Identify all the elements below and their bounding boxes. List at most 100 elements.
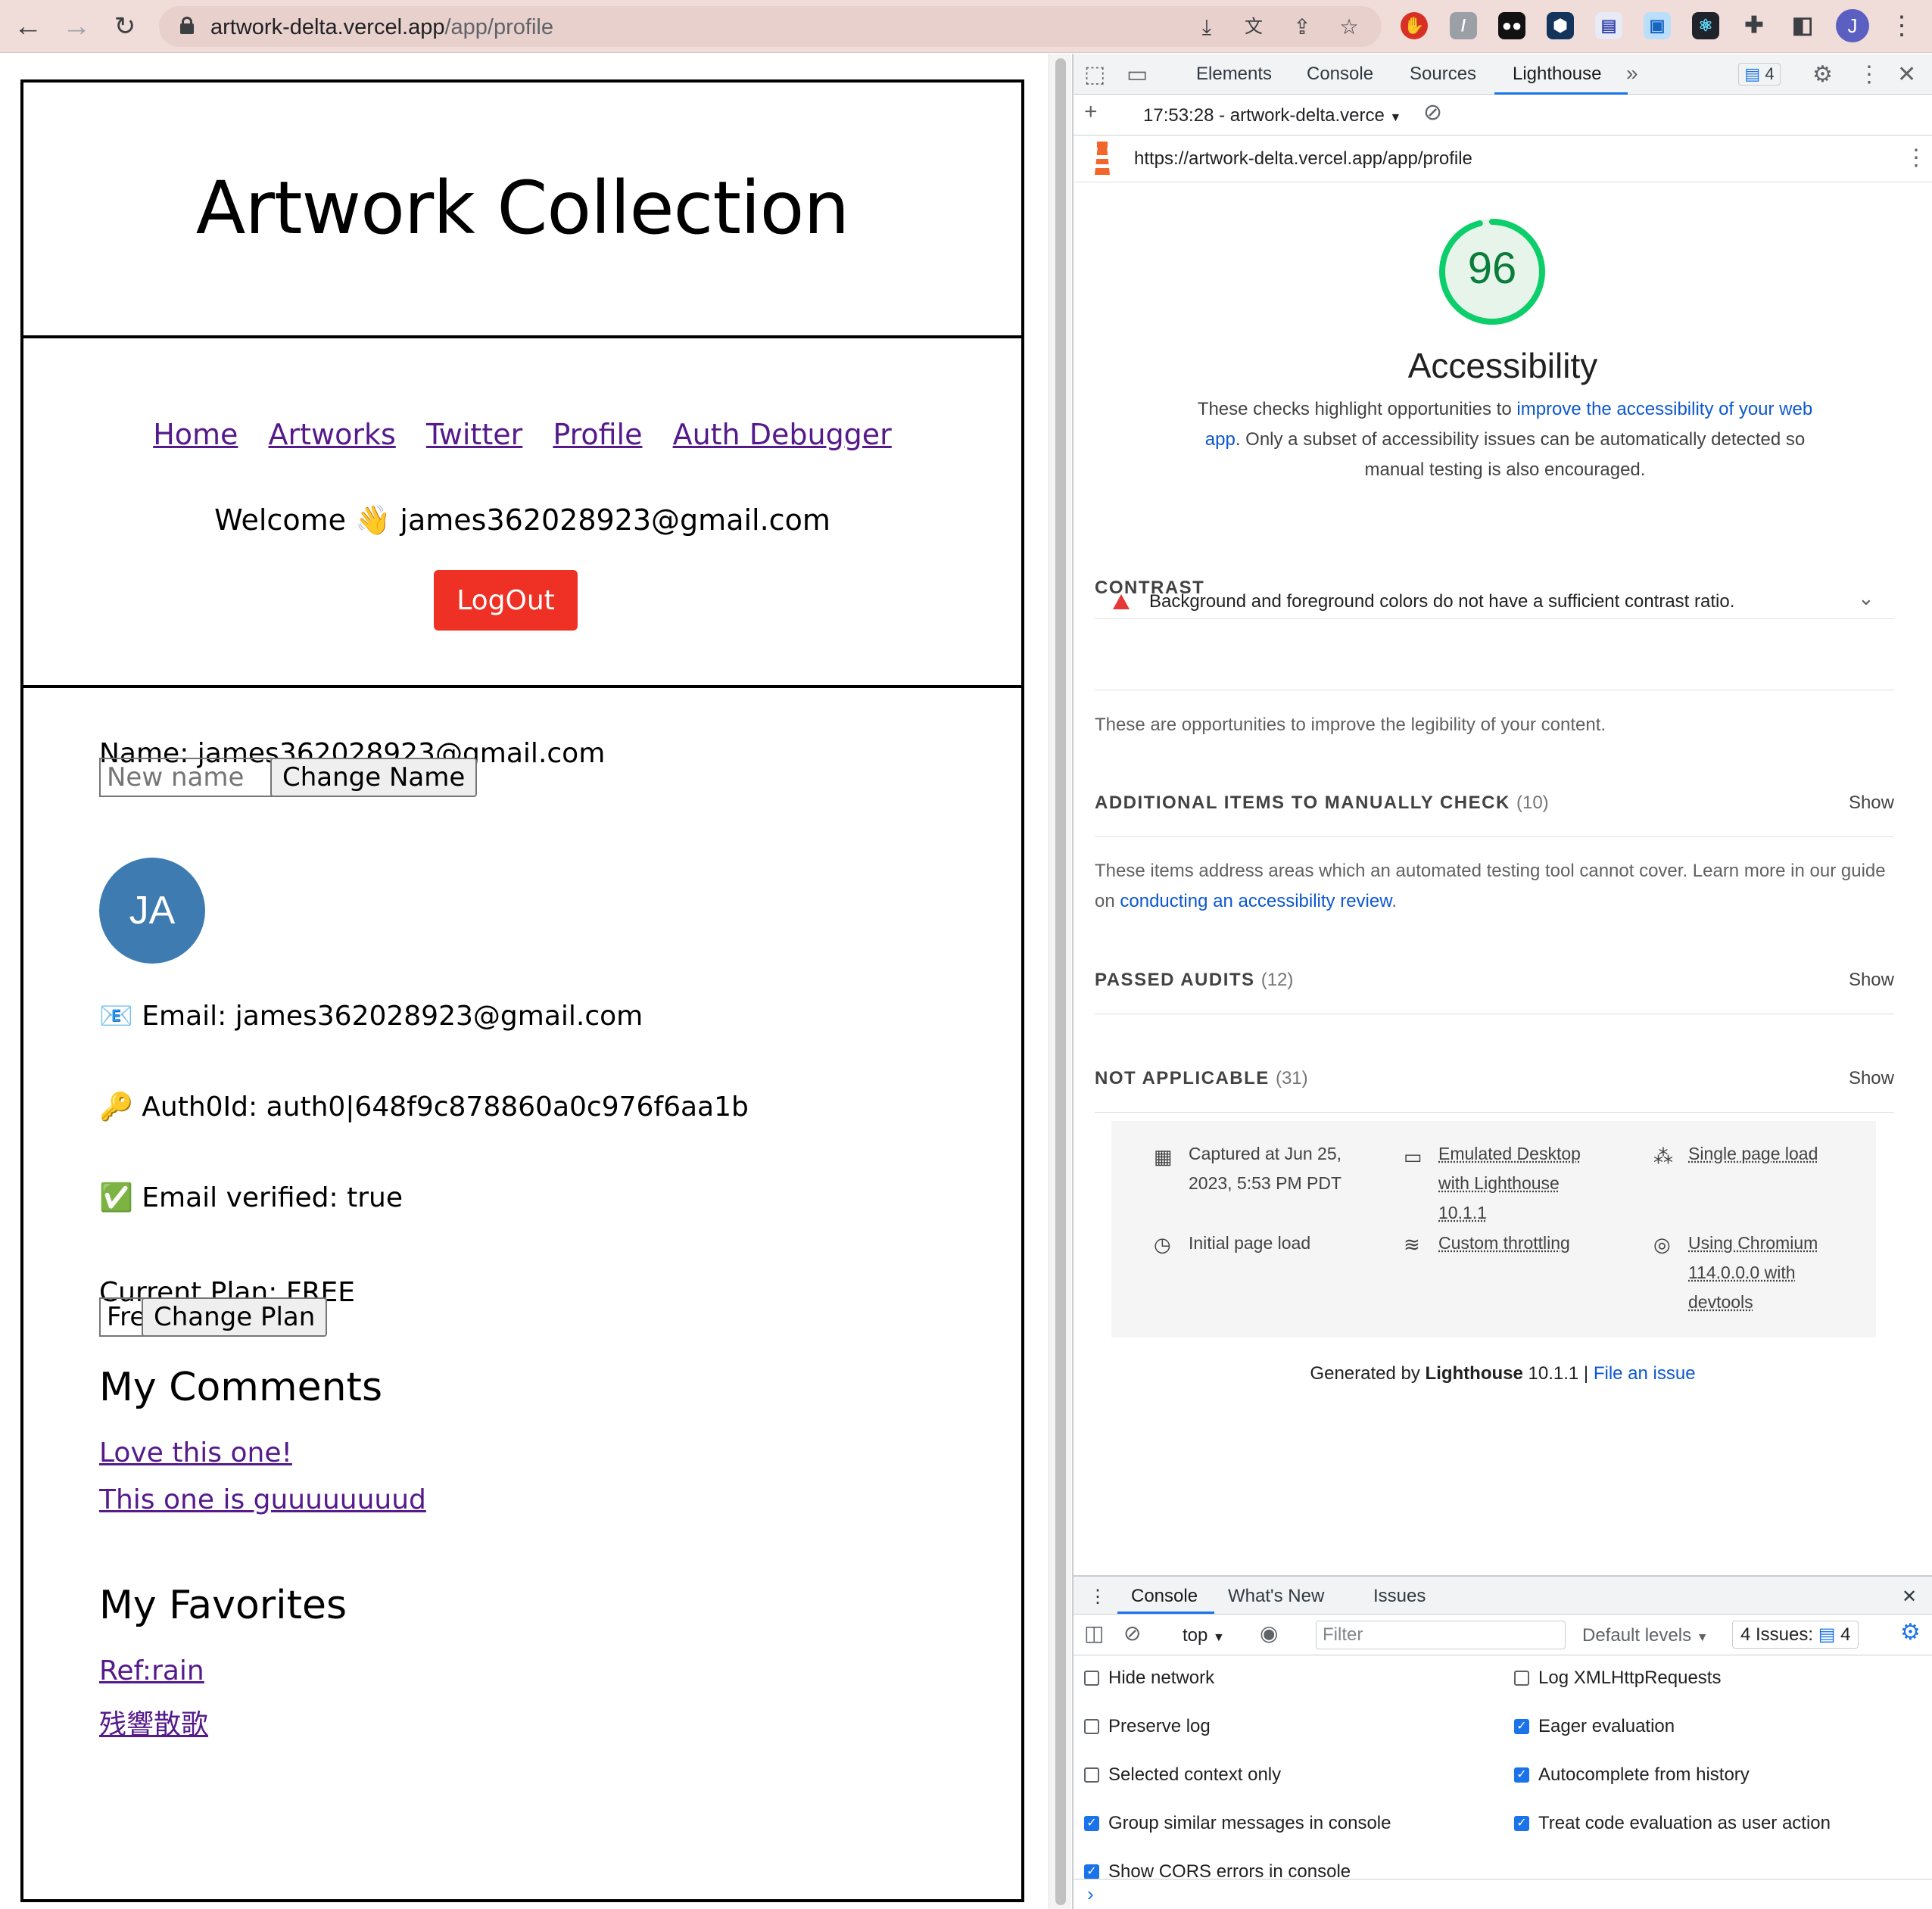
close-icon[interactable]: ✕	[1897, 61, 1916, 88]
nav-profile-link[interactable]: Profile	[553, 418, 642, 451]
nav-home-link[interactable]: Home	[153, 418, 238, 451]
new-name-input[interactable]: New name	[99, 758, 291, 797]
contrast-audit-item[interactable]: Background and foreground colors do not …	[1149, 591, 1734, 612]
report-menu-icon[interactable]: ⋮	[1905, 145, 1927, 171]
forward-arrow-icon[interactable]: →	[59, 9, 94, 44]
eye-icon[interactable]: ◉	[1260, 1621, 1278, 1646]
chevron-down-icon[interactable]: ⌄	[1858, 587, 1874, 610]
gear-icon[interactable]: ⚙	[1812, 61, 1833, 88]
device-toggle-icon[interactable]: ▭	[1126, 61, 1148, 88]
drawer-tab-whats-new[interactable]: What's New	[1228, 1586, 1324, 1607]
message-icon: ▤	[1818, 1624, 1836, 1645]
extension-glasses-icon[interactable]: ●●	[1498, 12, 1525, 39]
console-settings-gear-icon[interactable]: ⚙	[1900, 1619, 1921, 1646]
extension-image-icon[interactable]: ▣	[1644, 12, 1671, 39]
console-option-label[interactable]: Preserve log	[1108, 1716, 1211, 1737]
sidebar-toggle-icon[interactable]: ◫	[1084, 1621, 1104, 1646]
nav-artworks-link[interactable]: Artworks	[269, 418, 396, 451]
tab-elements[interactable]: Elements	[1196, 64, 1272, 85]
console-option-label[interactable]: Hide network	[1108, 1668, 1214, 1689]
captured-at: Captured at Jun 25, 2023, 5:53 PM PDT	[1189, 1144, 1342, 1193]
checkbox[interactable]: ✓	[1084, 1864, 1099, 1879]
checkbox[interactable]	[1084, 1767, 1099, 1783]
extension-hexagon-icon[interactable]: ⬢	[1547, 12, 1574, 39]
install-app-icon[interactable]: ⤓	[1195, 15, 1219, 39]
tab-lighthouse[interactable]: Lighthouse	[1513, 64, 1601, 85]
change-plan-button[interactable]: Change Plan	[142, 1297, 328, 1337]
share-icon[interactable]: ⇪	[1290, 15, 1314, 39]
browser-menu-icon[interactable]: ⋮	[1889, 11, 1915, 41]
profile-avatar[interactable]: J	[1836, 9, 1869, 42]
bookmark-star-icon[interactable]: ☆	[1337, 15, 1361, 39]
not-applicable-heading: NOT APPLICABLE (31)	[1095, 1068, 1308, 1088]
desktop-icon: ▭	[1404, 1145, 1423, 1168]
inspect-element-icon[interactable]: ⬚	[1084, 61, 1105, 88]
console-option-label[interactable]: Group similar messages in console	[1108, 1813, 1391, 1834]
checkbox[interactable]: ✓	[1514, 1816, 1529, 1831]
single-load-icon: ⁂	[1653, 1145, 1673, 1168]
log-levels-dropdown[interactable]: Default levels ▼	[1582, 1625, 1709, 1646]
console-option-label[interactable]: Autocomplete from history	[1538, 1764, 1750, 1786]
extensions-puzzle-icon[interactable]: ✚	[1740, 12, 1768, 39]
translate-icon[interactable]: 文	[1242, 15, 1266, 39]
report-select[interactable]: 17:53:28 - artwork-delta.verce ▼	[1143, 105, 1401, 126]
page-scrollbar[interactable]	[1049, 54, 1071, 1909]
accessibility-review-link[interactable]: conducting an accessibility review	[1120, 891, 1391, 911]
report-select-label: 17:53:28 - artwork-delta.verce	[1143, 105, 1385, 126]
react-devtools-icon[interactable]: ⚛	[1692, 12, 1719, 39]
clear-console-icon[interactable]: ⊘	[1123, 1621, 1141, 1646]
show-not-applicable-button[interactable]: Show	[1849, 1068, 1894, 1089]
checkbox[interactable]: ✓	[1514, 1767, 1529, 1783]
tab-sources[interactable]: Sources	[1410, 64, 1476, 85]
checkbox[interactable]	[1514, 1671, 1529, 1686]
checkbox[interactable]	[1084, 1671, 1099, 1686]
context-selector[interactable]: top ▼	[1183, 1625, 1225, 1646]
drawer-tab-console[interactable]: Console	[1131, 1586, 1198, 1607]
checkbox[interactable]: ✓	[1084, 1816, 1099, 1831]
close-drawer-icon[interactable]: ✕	[1902, 1586, 1917, 1608]
console-issues-button[interactable]: 4 Issues: ▤ 4	[1732, 1621, 1859, 1649]
tab-console[interactable]: Console	[1307, 64, 1373, 85]
nav-box: Home Artworks Twitter Profile Auth Debug…	[20, 335, 1024, 688]
favorite-link[interactable]: 残響散歌	[99, 1702, 208, 1742]
console-option-label[interactable]: Selected context only	[1108, 1764, 1281, 1786]
chromium-icon: ◎	[1653, 1233, 1671, 1256]
console-option-label[interactable]: Treat code evaluation as user action	[1538, 1813, 1831, 1834]
drawer-menu-icon[interactable]: ⋮	[1089, 1586, 1107, 1608]
file-issue-link[interactable]: File an issue	[1594, 1363, 1696, 1384]
address-bar[interactable]: artwork-delta.vercel.app/app/profile ⤓ 文…	[159, 6, 1382, 47]
devtools-menu-icon[interactable]: ⋮	[1858, 61, 1881, 88]
back-arrow-icon[interactable]: ←	[11, 9, 45, 44]
devtools-panel: ⬚ ▭ Elements Console Sources Lighthouse …	[1072, 54, 1932, 1909]
comment-link[interactable]: This one is guuuuuuuud	[99, 1484, 426, 1515]
checkbox[interactable]: ✓	[1514, 1719, 1529, 1734]
clear-icon[interactable]: ⊘	[1423, 99, 1442, 126]
show-manual-button[interactable]: Show	[1849, 793, 1894, 814]
nav-auth-debugger-link[interactable]: Auth Debugger	[673, 418, 892, 451]
issues-badge[interactable]: ▤ 4	[1738, 63, 1781, 86]
address-text[interactable]: artwork-delta.vercel.app/app/profile	[210, 15, 553, 40]
nav-twitter-link[interactable]: Twitter	[426, 418, 522, 451]
new-report-icon[interactable]: +	[1084, 99, 1098, 125]
logout-button[interactable]: LogOut	[434, 570, 578, 631]
console-prompt-icon[interactable]: ›	[1087, 1883, 1094, 1906]
caret-down-icon: ▼	[1213, 1631, 1225, 1644]
comment-link[interactable]: Love this one!	[99, 1437, 292, 1468]
console-option-label[interactable]: Log XMLHttpRequests	[1538, 1668, 1721, 1689]
console-filter-input[interactable]: Filter	[1316, 1621, 1566, 1649]
change-name-button[interactable]: Change Name	[270, 758, 478, 797]
console-option-label[interactable]: Eager evaluation	[1538, 1716, 1675, 1737]
checkbox[interactable]	[1084, 1719, 1099, 1734]
extension-shield-icon[interactable]: ✋	[1401, 12, 1428, 39]
show-passed-button[interactable]: Show	[1849, 970, 1894, 991]
console-issues-count: 4	[1840, 1624, 1851, 1645]
extension-doc-icon[interactable]: ▤	[1595, 12, 1622, 39]
more-tabs-icon[interactable]: »	[1626, 61, 1638, 86]
drawer-tab-issues[interactable]: Issues	[1373, 1586, 1426, 1607]
reload-icon[interactable]: ↻	[108, 9, 142, 44]
extension-note-icon[interactable]: /	[1450, 12, 1477, 39]
scrollbar-thumb[interactable]	[1055, 58, 1066, 1905]
favorite-link[interactable]: Ref:rain	[99, 1655, 204, 1686]
side-panel-icon[interactable]: ◧	[1789, 12, 1816, 39]
manual-check-heading: ADDITIONAL ITEMS TO MANUALLY CHECK (10)	[1095, 793, 1549, 813]
